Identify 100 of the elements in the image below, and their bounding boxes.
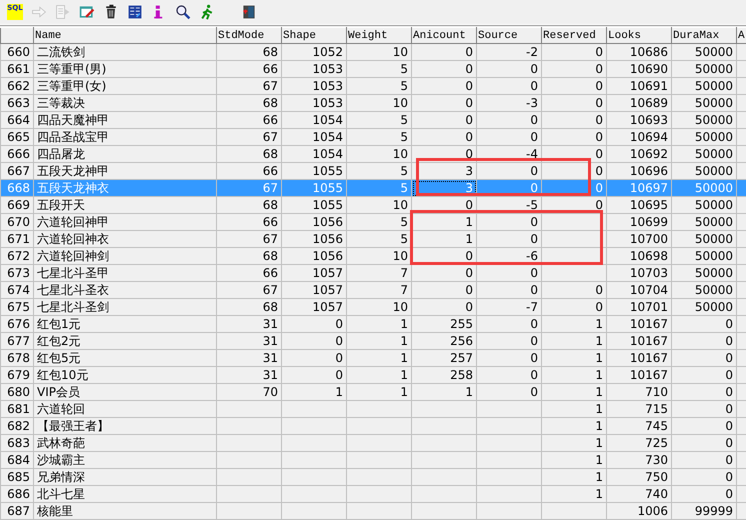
table-row[interactable]: 670 六道轮回神甲 66 1056 5 1 0 10699 50000 <box>0 214 746 230</box>
table-cell: 0 <box>595 146 603 160</box>
table-row[interactable]: 674 七星北斗圣衣 67 1057 7 0 0 0 10704 50000 <box>0 282 746 298</box>
table-cell: 六道轮回神甲 <box>37 214 109 228</box>
table-row[interactable]: 663 三等裁决 68 1053 10 0 -3 0 10689 50000 <box>0 94 746 112</box>
table-row[interactable]: 672 六道轮回神剑 68 1056 10 0 -6 10698 50000 <box>0 248 746 264</box>
table-cell: -5 <box>526 198 538 212</box>
row-number: 672 <box>7 248 30 262</box>
table-row[interactable]: 676 红包1元 31 0 1 255 0 1 10167 0 <box>0 316 746 332</box>
table-cell: 四品圣战宝甲 <box>37 130 109 144</box>
column-header[interactable]: Name <box>35 30 62 42</box>
table-cell: 0 <box>530 78 538 92</box>
table-row[interactable]: 660 二流铁剑 68 1052 10 0 -2 0 10686 50000 <box>0 44 746 60</box>
table-cell: 10691 <box>630 78 668 92</box>
table-cell: 0 <box>725 436 733 450</box>
table-cell: 10686 <box>630 44 668 58</box>
table-cell: 10167 <box>630 334 668 348</box>
table-cell: 1006 <box>637 504 668 518</box>
table-cell: 0 <box>725 452 733 466</box>
table-cell: 710 <box>645 384 668 398</box>
table-row[interactable]: 661 三等重甲(男) 66 1053 5 0 0 0 10690 50000 <box>0 60 746 78</box>
table-cell: 715 <box>645 402 668 416</box>
table-cell: 10689 <box>630 96 668 110</box>
table-cell: 66 <box>262 164 278 178</box>
table-cell: 三等重甲(女) <box>37 78 106 92</box>
row-number: 662 <box>7 78 30 92</box>
table-row[interactable]: 687 核能里 1006 99999 <box>0 502 746 520</box>
table-cell: 0 <box>530 334 538 348</box>
table-cell: 0 <box>335 316 343 330</box>
trash-icon[interactable] <box>103 4 119 20</box>
table-row[interactable]: 662 三等重甲(女) 67 1053 5 0 0 0 10691 50000 <box>0 78 746 94</box>
table-cell: 0 <box>725 486 733 500</box>
table-cell: 5 <box>400 78 408 92</box>
table-cell: -7 <box>526 300 538 314</box>
table-cell: 1 <box>595 384 603 398</box>
row-number: 685 <box>7 470 30 484</box>
table-cell: 1056 <box>312 248 343 262</box>
table-cell: 10 <box>392 300 408 314</box>
table-cell: 0 <box>530 130 538 144</box>
table-cell: 68 <box>262 96 278 110</box>
table-cell: 六道轮回神衣 <box>37 232 109 246</box>
search-icon[interactable] <box>175 4 191 20</box>
table-cell: 1 <box>595 436 603 450</box>
table-row[interactable]: 681 六道轮回 1 715 0 <box>0 400 746 418</box>
table-cell: 1 <box>400 316 408 330</box>
row-number: 669 <box>7 198 30 212</box>
table-cell: 257 <box>450 350 473 364</box>
table-cell: 沙城霸主 <box>37 452 85 466</box>
table-cell: 1056 <box>312 232 343 246</box>
table-row[interactable]: 675 七星北斗圣剑 68 1057 10 0 -7 0 10701 50000 <box>0 298 746 316</box>
edit-icon[interactable] <box>79 4 95 20</box>
table-row[interactable]: 685 兄弟情深 1 750 0 <box>0 468 746 486</box>
table-cell: -2 <box>526 44 538 58</box>
table-row[interactable]: 680 VIP会员 70 1 1 1 0 1 710 0 <box>0 384 746 400</box>
table-cell: 10 <box>392 146 408 160</box>
running-figure-icon[interactable] <box>199 4 215 20</box>
exit-door-icon[interactable] <box>241 4 257 20</box>
table-row[interactable]: 683 武林奇葩 1 725 0 <box>0 434 746 452</box>
table-row[interactable]: 686 北斗七星 1 740 0 <box>0 486 746 502</box>
table-row[interactable]: 684 沙城霸主 1 730 0 <box>0 452 746 468</box>
table-cell: 1053 <box>312 96 343 110</box>
table-cell: 7 <box>400 282 408 296</box>
table-row[interactable]: 679 红包10元 31 0 1 258 0 1 10167 0 <box>0 366 746 384</box>
table-row[interactable]: 678 红包5元 31 0 1 257 0 1 10167 0 <box>0 350 746 366</box>
table-row[interactable]: 664 四品天魔神甲 66 1054 5 0 0 0 10693 50000 <box>0 112 746 128</box>
row-number: 664 <box>7 112 30 126</box>
table-cell: 0 <box>725 334 733 348</box>
table-cell: 0 <box>530 384 538 398</box>
table-cell: 50000 <box>694 78 733 92</box>
table-row[interactable]: 667 五段天龙神甲 66 1055 5 3 0 0 10696 50000 <box>0 162 746 180</box>
table-cell: 68 <box>262 248 278 262</box>
row-number: 663 <box>7 96 30 110</box>
row-number: 675 <box>7 300 30 314</box>
table-cell: 68 <box>262 146 278 160</box>
table-row[interactable]: 669 五段开天 68 1055 10 0 -5 0 10695 50000 <box>0 196 746 214</box>
table-cell: 1055 <box>312 180 343 194</box>
table-cell: -6 <box>526 248 538 262</box>
table-cell: 0 <box>595 112 603 126</box>
table-cell: 730 <box>645 452 668 466</box>
table-row[interactable]: 673 七星北斗圣甲 66 1057 7 0 0 10703 50000 <box>0 264 746 282</box>
table-cell: 0 <box>465 300 473 314</box>
column-header[interactable]: A <box>738 30 745 42</box>
table-row[interactable]: 666 四品屠龙 68 1054 10 0 -4 0 10692 50000 <box>0 146 746 162</box>
table-row[interactable]: 677 红包2元 31 0 1 256 0 1 10167 0 <box>0 332 746 350</box>
table-row[interactable]: 671 六道轮回神衣 67 1056 5 1 0 10700 50000 <box>0 230 746 248</box>
table-row[interactable]: 682 【最强王者】 1 745 0 <box>0 418 746 434</box>
table-cell: 1053 <box>312 78 343 92</box>
table-cell: 0 <box>530 368 538 382</box>
table-cell: 二流铁剑 <box>37 44 85 58</box>
table-cell: 5 <box>400 164 408 178</box>
table-cell: 50000 <box>694 44 733 58</box>
table-cell: 0 <box>530 62 538 76</box>
table-cell: 10692 <box>630 146 668 160</box>
table-cell: 七星北斗圣衣 <box>37 282 109 296</box>
database-icon[interactable] <box>127 4 143 20</box>
table-cell: 1057 <box>312 300 343 314</box>
table-cell: 红包1元 <box>37 316 81 330</box>
row-number: 677 <box>7 334 30 348</box>
table-row[interactable]: 665 四品圣战宝甲 67 1054 5 0 0 0 10694 50000 <box>0 128 746 146</box>
table-cell: 5 <box>400 232 408 246</box>
